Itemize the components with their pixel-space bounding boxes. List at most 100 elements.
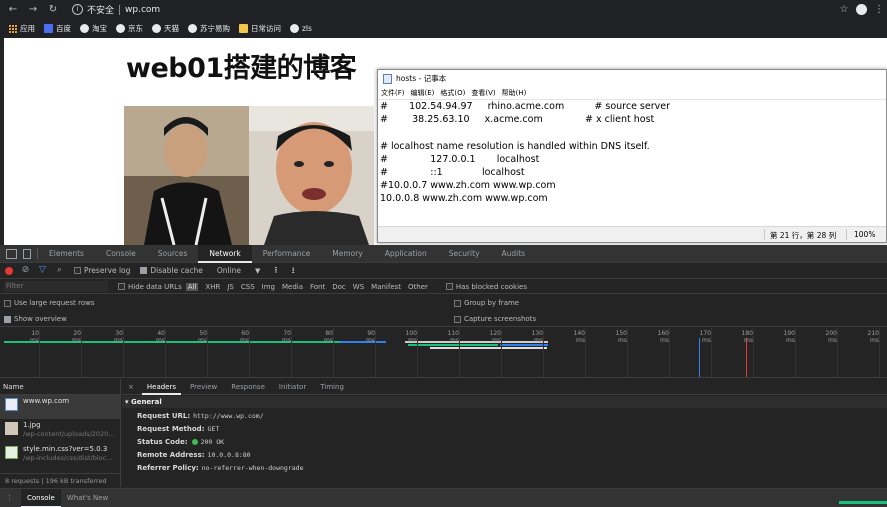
close-icon[interactable]: ×: [128, 383, 134, 391]
devtools-tab[interactable]: Sources: [147, 245, 199, 263]
info-icon[interactable]: i: [72, 4, 83, 15]
request-row[interactable]: 1.jpg/wp-content/uploads/2020...: [0, 419, 120, 443]
bookmark-item[interactable]: 天猫: [152, 23, 179, 34]
drawer-menu-icon[interactable]: ⋮: [6, 494, 13, 502]
devtools-tab[interactable]: Performance: [252, 245, 322, 263]
setting-group-frame[interactable]: Group by frame: [450, 296, 519, 310]
bookmark-item[interactable]: 京东: [116, 23, 143, 34]
devtools-tab[interactable]: Elements: [38, 245, 95, 263]
column-header-name[interactable]: Name: [0, 379, 121, 395]
filter-type-button[interactable]: Img: [262, 283, 275, 291]
filter-type-button[interactable]: XHR: [205, 283, 220, 291]
bookmark-item[interactable]: 淘宝: [80, 23, 107, 34]
drawer-tab[interactable]: Console: [21, 488, 61, 507]
overview-tick-label: 70 ms: [282, 330, 291, 344]
omnibox-divider: [119, 4, 121, 15]
general-section-header[interactable]: ▾ General: [122, 396, 887, 408]
clear-icon[interactable]: ⊘: [21, 266, 30, 275]
bookmark-item[interactable]: 日常访问: [239, 23, 281, 34]
filter-type-button[interactable]: JS: [227, 283, 234, 291]
network-overview[interactable]: 10 ms 20 ms 30 ms 40 ms 50 ms 60 ms 70 ms 80 ms…: [0, 328, 887, 378]
bookmark-item[interactable]: zls: [290, 24, 312, 33]
has-blocked-checkbox[interactable]: [445, 283, 453, 290]
notepad-menu-item[interactable]: 查看(V): [471, 88, 495, 98]
disable-cache-checkbox[interactable]: [140, 267, 148, 274]
back-icon[interactable]: ←: [6, 3, 20, 17]
group-frame-checkbox[interactable]: [454, 299, 461, 307]
bookmark-item[interactable]: 应用: [8, 23, 35, 34]
filter-type-button[interactable]: Doc: [332, 283, 346, 291]
large-rows-checkbox[interactable]: [4, 299, 11, 307]
request-text: 1.jpg/wp-content/uploads/2020...: [23, 421, 115, 439]
setting-screenshots[interactable]: Capture screenshots: [450, 312, 536, 326]
bookmark-item[interactable]: 苏宁易购: [188, 23, 230, 34]
general-row: Remote Address: 10.0.0.8:80: [137, 451, 251, 459]
export-har-icon[interactable]: ⭳: [292, 263, 295, 279]
star-icon[interactable]: ☆: [836, 4, 852, 15]
detail-tab[interactable]: Initiator: [274, 379, 311, 395]
chevron-down-icon[interactable]: ▼: [255, 267, 260, 275]
toolbar-right: ☆ ⋮: [836, 2, 887, 17]
filter-type-button[interactable]: WS: [353, 283, 364, 291]
devtools-tab[interactable]: Console: [95, 245, 147, 263]
detail-tab[interactable]: Timing: [315, 379, 349, 395]
detail-tab[interactable]: Response: [226, 379, 270, 395]
screenshots-checkbox[interactable]: [454, 315, 461, 323]
filter-type-button[interactable]: Manifest: [371, 283, 401, 291]
filter-type-button[interactable]: Media: [282, 283, 303, 291]
setting-overview[interactable]: Show overview: [0, 312, 67, 326]
notepad-menu-item[interactable]: 编辑(E): [411, 88, 435, 98]
hide-data-urls-checkbox[interactable]: [118, 283, 125, 290]
notepad-text-area[interactable]: # 102.54.94.97 rhino.acme.com # source s…: [378, 100, 886, 226]
devtools-panel: Elements Console Sources Network Performance…: [0, 244, 887, 507]
general-key: Remote Address:: [137, 451, 205, 459]
request-row[interactable]: www.wp.com: [0, 395, 120, 419]
device-toolbar-icon[interactable]: [23, 248, 31, 259]
drawer-tab[interactable]: What's New: [61, 489, 114, 507]
overview-gridline: [81, 328, 82, 377]
avatar[interactable]: [856, 4, 867, 15]
detail-tab[interactable]: Headers: [141, 378, 182, 395]
overview-checkbox[interactable]: [4, 315, 11, 323]
notepad-menu-item[interactable]: 帮助(H): [502, 88, 527, 98]
inspect-icon[interactable]: [6, 248, 17, 259]
menu-icon[interactable]: ⋮: [871, 4, 887, 15]
forward-icon[interactable]: →: [26, 3, 40, 17]
reload-icon[interactable]: ↻: [46, 3, 60, 17]
throttle-select[interactable]: Online: [217, 266, 241, 275]
preserve-log-checkbox[interactable]: [74, 267, 81, 274]
devtools-tab[interactable]: Memory: [321, 245, 374, 263]
setting-large-rows[interactable]: Use large request rows: [0, 296, 94, 310]
filter-type-button[interactable]: Other: [408, 283, 428, 291]
filter-all-button[interactable]: All: [185, 282, 199, 291]
document-file-icon: [5, 398, 18, 411]
bookmarks-bar: 应用 百度 淘宝 京东 天猫 苏宁易购 日常访问 zls: [0, 19, 887, 38]
general-value: GET: [207, 425, 220, 433]
devtools-tab[interactable]: Application: [374, 245, 438, 263]
overview-gridline: [543, 328, 544, 377]
import-har-icon[interactable]: ⭱: [274, 263, 277, 279]
url-text[interactable]: wp.com: [125, 5, 160, 15]
baidu-icon: [44, 24, 53, 33]
large-rows-label: Use large request rows: [14, 299, 95, 307]
filter-type-button[interactable]: CSS: [241, 283, 255, 291]
bookmark-item[interactable]: 百度: [44, 23, 71, 34]
devtools-tab[interactable]: Security: [438, 245, 491, 263]
omnibox[interactable]: i 不安全 wp.com: [62, 2, 844, 17]
devtools-tab[interactable]: Audits: [491, 245, 537, 263]
general-value: 10.0.0.8:80: [207, 451, 251, 459]
notepad-window[interactable]: hosts - 记事本 文件(F) 编辑(E) 格式(O) 查看(V) 帮助(H) # …: [377, 69, 887, 243]
filter-type-button[interactable]: Font: [310, 283, 325, 291]
filter-icon[interactable]: ▽: [38, 266, 47, 275]
notepad-menu-item[interactable]: 文件(F): [381, 88, 405, 98]
request-row[interactable]: style.min.css?ver=5.0.3/wp-includes/css/…: [0, 443, 120, 467]
search-icon[interactable]: ⌕: [55, 266, 64, 275]
notepad-titlebar[interactable]: hosts - 记事本: [378, 70, 886, 87]
notepad-menu-item[interactable]: 格式(O): [440, 88, 465, 98]
devtools-tabbar: Elements Console Sources Network Performance…: [0, 244, 887, 263]
detail-tab[interactable]: Preview: [185, 379, 222, 395]
record-icon[interactable]: [5, 266, 13, 275]
overview-gridline: [39, 328, 40, 377]
filter-input[interactable]: Filter: [4, 281, 108, 292]
devtools-tab[interactable]: Network: [198, 244, 252, 263]
